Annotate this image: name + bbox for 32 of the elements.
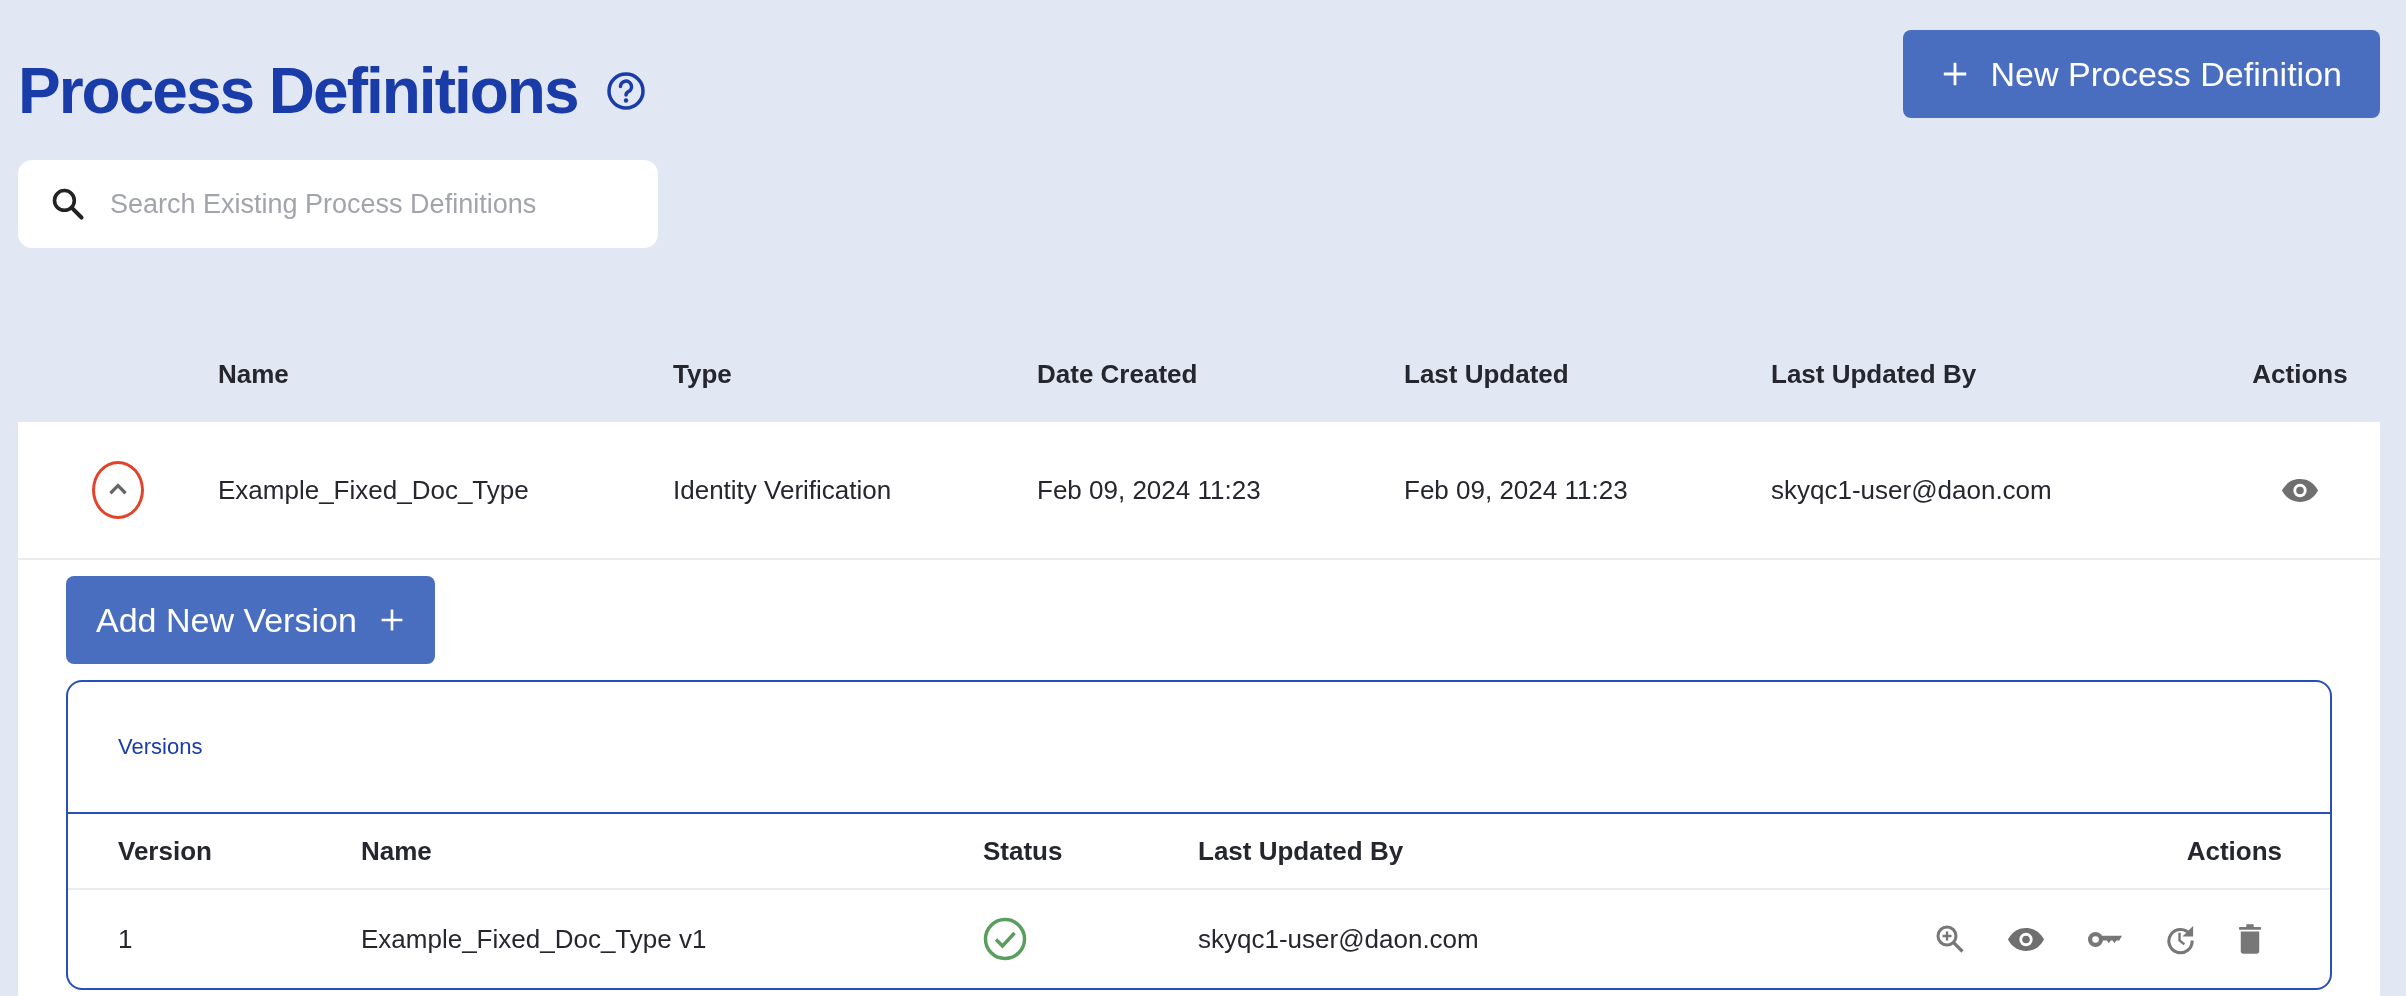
column-header: Last Updated xyxy=(1404,358,1570,390)
search-icon xyxy=(50,186,86,223)
search-field[interactable]: Search Existing Process Definitions xyxy=(18,160,658,249)
column-header: Name xyxy=(361,835,433,867)
column-header: Date Created xyxy=(1037,358,1199,390)
column-header: Actions xyxy=(2185,835,2282,867)
column-header: Name xyxy=(218,358,290,390)
expand-toggle[interactable] xyxy=(92,461,144,520)
eye-icon[interactable] xyxy=(2007,926,2045,952)
column-header: Version xyxy=(118,835,213,867)
column-header: Last Updated By xyxy=(1198,835,1405,867)
eye-icon[interactable] xyxy=(2281,477,2319,503)
table-cell-text: Identity Verification xyxy=(673,474,893,506)
page-title: Process Definitions xyxy=(18,56,578,127)
table-cell-text: Feb 09, 2024 11:23 xyxy=(1404,474,1629,506)
zoom-in-icon[interactable] xyxy=(1935,924,1965,955)
table-cell-text: Example_Fixed_Doc_Type xyxy=(218,474,530,506)
column-header: Type xyxy=(673,358,733,390)
new-process-definition-button[interactable]: New Process Definition xyxy=(1902,30,2380,118)
trash-icon[interactable] xyxy=(2238,924,2262,955)
column-header: Last Updated By xyxy=(1771,358,1978,390)
table-cell-text: skyqc1-user@daon.com xyxy=(1198,923,1480,955)
column-header: Actions xyxy=(2251,358,2349,390)
table-cell-text: skyqc1-user@daon.com xyxy=(1771,474,2053,506)
add-new-version-button[interactable]: Add New Version xyxy=(66,576,435,665)
key-icon[interactable] xyxy=(2087,929,2123,949)
versions-title: Versions xyxy=(118,734,203,761)
table-cell-text: Example_Fixed_Doc_Type v1 xyxy=(361,923,708,955)
table-cell-text: Feb 09, 2024 11:23 xyxy=(1037,474,1262,506)
column-header: Status xyxy=(983,835,1064,867)
table-cell-text: 1 xyxy=(118,923,134,955)
help-icon[interactable] xyxy=(605,71,646,112)
